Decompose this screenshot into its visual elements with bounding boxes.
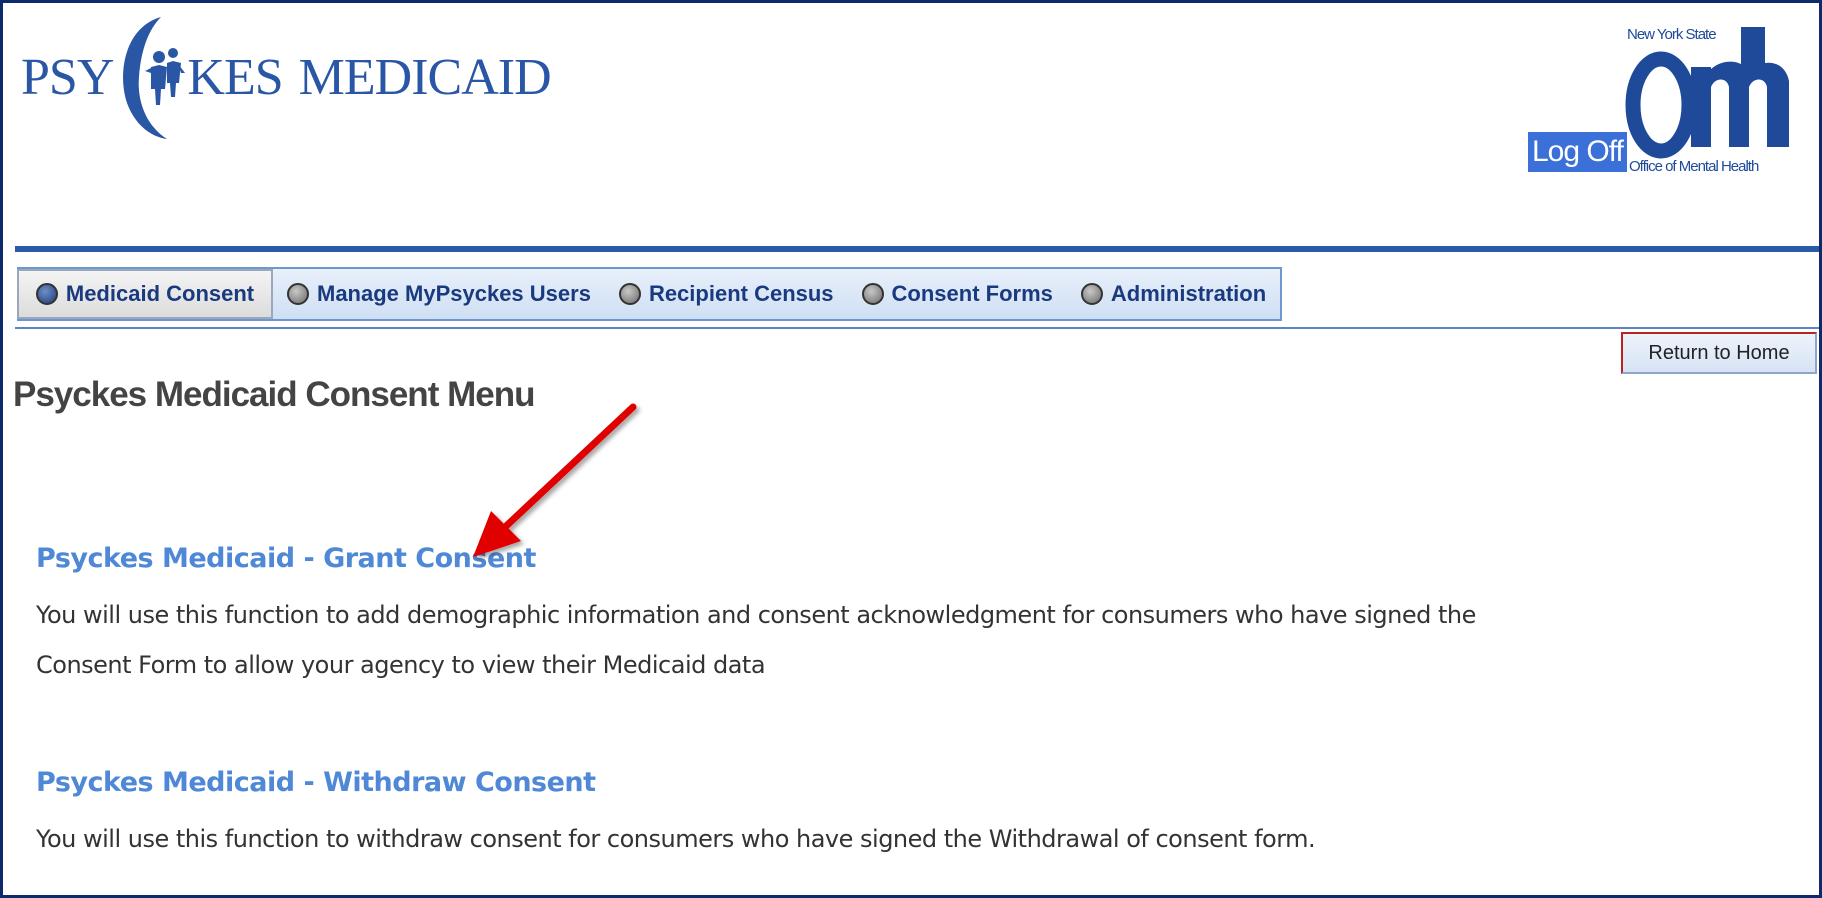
omh-o-letter [1625,51,1697,159]
log-off-button[interactable]: Log Off [1528,132,1627,172]
tab-recipient-census[interactable]: Recipient Census [605,269,848,319]
top-nav: Medicaid Consent Manage MyPsyckes Users … [17,267,1283,321]
tab-label: Administration [1110,281,1267,306]
crescent-people-icon [123,17,186,139]
header: PSY KES MEDICAID Log Off New York State … [3,3,1819,243]
withdraw-consent-section: Psyckes Medicaid - Withdraw Consent You … [36,767,1476,864]
withdraw-consent-description: You will use this function to withdraw c… [36,825,1316,853]
tab-consent-forms[interactable]: Consent Forms [848,269,1067,319]
header-divider [15,246,1819,252]
radio-icon [35,283,58,305]
tab-manage-mypsyckes-users[interactable]: Manage MyPsyckes Users [273,269,605,319]
logo-text-right: KES [187,49,283,106]
grant-consent-link[interactable]: Psyckes Medicaid - Grant Consent [36,543,1476,574]
omh-m-letter [1691,61,1789,147]
page-title: Psyckes Medicaid Consent Menu [13,375,535,414]
radio-icon [618,283,641,305]
radio-icon [287,283,309,305]
omh-agency-text: Office of Mental Health [1629,158,1759,175]
radio-icon [861,283,884,305]
psyckes-medicaid-logo[interactable]: PSY KES MEDICAID [21,13,552,143]
omh-state-text: New York State [1627,26,1716,43]
tab-label: Consent Forms [891,281,1053,306]
withdraw-consent-link[interactable]: Psyckes Medicaid - Withdraw Consent [36,767,1476,798]
tab-label: Recipient Census [648,281,834,306]
radio-icon [1080,283,1103,305]
logo-text-suffix: MEDICAID [298,49,552,106]
grant-consent-description: You will use this function to add demogr… [36,601,1476,679]
tab-administration[interactable]: Administration [1067,269,1280,319]
tab-medicaid-consent[interactable]: Medicaid Consent [17,269,273,319]
tab-label: Manage MyPsyckes Users [317,281,591,306]
nav-divider [15,327,1819,329]
tab-label: Medicaid Consent [65,281,255,306]
page-frame: PSY KES MEDICAID Log Off New York State … [3,3,1819,895]
return-to-home-button[interactable]: Return to Home [1621,332,1817,374]
logo-text-left: PSY [21,49,114,106]
red-arrow-icon [473,403,637,557]
omh-logo: New York State Office of Mental Health [1625,26,1789,175]
grant-consent-section: Psyckes Medicaid - Grant Consent You wil… [36,543,1476,690]
